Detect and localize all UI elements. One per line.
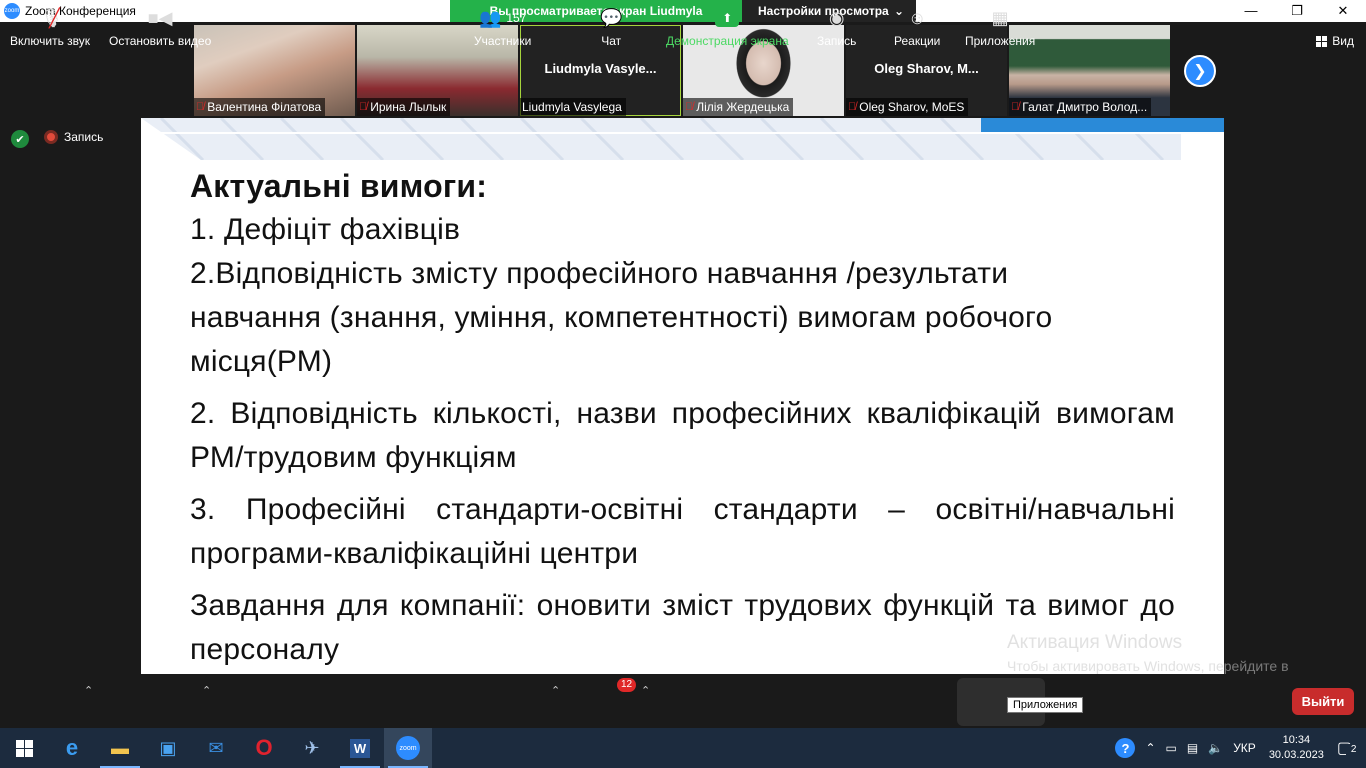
network-icon[interactable]: ▤ xyxy=(1182,741,1203,755)
reactions-label: Реакции xyxy=(894,34,941,48)
slide-content: Актуальні вимоги: 1. Дефіцiт фахівців 2.… xyxy=(190,164,1175,672)
word-icon[interactable]: W xyxy=(336,728,384,768)
participants-button[interactable]: 👥 157 Участники xyxy=(474,6,532,49)
chat-bubble-icon: 💬 xyxy=(600,7,623,28)
stop-video-button[interactable]: ■◀ Остановить видео xyxy=(109,6,212,49)
system-tray: ? ⌃ ▭ ▤ 🔈 УКР 10:34 30.03.2023 ▢ 2 xyxy=(1110,728,1366,768)
apps-tooltip: Приложения xyxy=(1007,697,1084,713)
window-controls: — ❐ ✕ xyxy=(1228,0,1366,22)
mic-muted-icon: 🎙̸ xyxy=(196,101,205,113)
maximize-button[interactable]: ❐ xyxy=(1274,0,1320,22)
close-button[interactable]: ✕ xyxy=(1320,0,1366,22)
participant-name: Oleg Sharov, MoES xyxy=(859,100,965,114)
language-indicator[interactable]: УКР xyxy=(1228,741,1261,755)
recording-indicator[interactable]: Запись xyxy=(44,130,103,144)
record-dot-icon xyxy=(44,130,58,144)
participant-name-tag: 🎙̸ Лілія Жердецька xyxy=(683,98,794,116)
slide-line-2: 2.Відповідність змісту професійного навч… xyxy=(190,257,1053,378)
opera-browser-icon[interactable]: O xyxy=(240,728,288,768)
notifications-count: 2 xyxy=(1345,744,1362,755)
battery-icon[interactable]: ▭ xyxy=(1161,741,1182,755)
start-windows-icon[interactable] xyxy=(0,728,48,768)
mic-muted-icon: 🎙̸ xyxy=(1011,101,1020,113)
clock-time: 10:34 xyxy=(1282,734,1311,746)
video-camera-icon: ■◀ xyxy=(147,7,173,28)
mic-muted-icon: 🎙̸ xyxy=(848,101,857,113)
network-tool-icon[interactable]: ✈ xyxy=(288,728,336,768)
mic-muted-icon: 🎙̸ xyxy=(685,101,694,113)
participant-name: Валентина Філатова xyxy=(207,100,322,114)
slide-line-4: 3. Професійні стандарти-освітні стандарт… xyxy=(190,493,1175,570)
notifications-icon[interactable]: ▢ 2 xyxy=(1332,738,1366,758)
participant-display-name: Oleg Sharov, M... xyxy=(874,61,979,76)
participant-name: Галат Дмитро Волод... xyxy=(1022,100,1148,114)
minimize-button[interactable]: — xyxy=(1228,0,1274,22)
next-page-button[interactable]: ❯ xyxy=(1184,55,1216,87)
share-screen-label: Демонстрация экрана xyxy=(666,34,789,48)
shield-check-icon[interactable]: ✔ xyxy=(11,130,29,148)
participant-name: Ирина Лылык xyxy=(370,100,447,114)
participant-name: Liudmyla Vasylega xyxy=(522,100,622,114)
share-arrow-icon: ⬆ xyxy=(715,9,740,27)
recording-label: Запись xyxy=(64,130,104,144)
view-button[interactable]: Вид xyxy=(1316,34,1354,48)
volume-icon[interactable]: 🔈 xyxy=(1203,741,1228,755)
chat-options-caret[interactable]: ⌃ xyxy=(641,684,650,697)
slide-line-3: 2. Відповідність кількості, назви профес… xyxy=(190,397,1175,474)
clock-date: 30.03.2023 xyxy=(1268,749,1324,761)
watermark-title: Активация Windows xyxy=(1007,632,1183,653)
chat-button[interactable]: 💬 Чат xyxy=(600,6,623,49)
video-options-caret[interactable]: ⌃ xyxy=(202,684,211,697)
participant-display-name: Liudmyla Vasyle... xyxy=(544,61,657,76)
help-icon[interactable]: ? xyxy=(1110,738,1140,758)
record-button[interactable]: ◉ Запись xyxy=(817,6,857,49)
grid-view-icon xyxy=(1316,35,1328,47)
shared-screen: Актуальні вимоги: 1. Дефіцiт фахівців 2.… xyxy=(141,118,1224,674)
reactions-button[interactable]: ☺ Реакции xyxy=(894,6,941,49)
clock[interactable]: 10:34 30.03.2023 xyxy=(1261,733,1332,763)
participants-count: 157 xyxy=(506,11,527,25)
slide-line-1: 1. Дефіцiт фахівців xyxy=(190,213,461,246)
unmute-label: Включить звук xyxy=(10,34,91,48)
mail-icon[interactable]: ✉ xyxy=(192,728,240,768)
apps-icon: ▦ xyxy=(991,7,1009,28)
audio-options-caret[interactable]: ⌃ xyxy=(84,684,93,697)
record-icon: ◉ xyxy=(828,7,845,28)
participant-name-tag: 🎙̸ Галат Дмитро Волод... xyxy=(1009,98,1152,116)
participant-tile[interactable]: 🎙̸ Валентина Філатова xyxy=(194,25,355,116)
record-label: Запись xyxy=(817,34,857,48)
zoom-taskbar-icon[interactable]: zoom xyxy=(384,728,432,768)
participant-name-tag: 🎙̸ Oleg Sharov, MoES xyxy=(846,98,969,116)
unmute-button[interactable]: 🎙 ╱ Включить звук xyxy=(10,6,91,49)
apps-label: Приложения xyxy=(965,34,1036,48)
chat-label: Чат xyxy=(601,34,622,48)
chevron-up-icon[interactable]: ⌃ xyxy=(1140,741,1160,755)
participants-options-caret[interactable]: ⌃ xyxy=(551,684,560,697)
stop-video-label: Остановить видео xyxy=(109,34,212,48)
chat-unread-badge: 12 xyxy=(617,678,637,692)
store-icon[interactable]: ▣ xyxy=(144,728,192,768)
participant-name-tag: 🎙̸ Валентина Філатова xyxy=(194,98,326,116)
participant-name: Лілія Жердецька xyxy=(696,100,790,114)
apps-button[interactable]: ▦ Приложения xyxy=(965,6,1036,49)
mic-muted-icon: 🎙̸ xyxy=(359,101,368,113)
participant-name-tag: Liudmyla Vasylega xyxy=(520,98,626,116)
slide-heading: Актуальні вимоги: xyxy=(190,168,488,204)
leave-button[interactable]: Выйти xyxy=(1292,688,1354,715)
participant-name-tag: 🎙̸ Ирина Лылык xyxy=(357,98,451,116)
file-explorer-icon[interactable]: ▬ xyxy=(96,728,144,768)
share-screen-button[interactable]: ⬆ Демонстрация экрана xyxy=(666,6,789,48)
chevron-right-icon: ❯ xyxy=(1193,63,1207,80)
smiley-plus-icon: ☺ xyxy=(907,7,927,28)
participants-label: Участники xyxy=(474,34,532,48)
mic-off-icon: 🎙 ╱ xyxy=(40,7,64,28)
participants-icon: 👥 157 xyxy=(478,7,527,28)
edge-browser-icon[interactable]: e xyxy=(48,728,96,768)
share-screen-icon-wrap: ⬆ xyxy=(715,6,740,30)
slide-header-band xyxy=(141,118,1224,160)
view-button-label: Вид xyxy=(1332,34,1354,48)
windows-taskbar: e ▬ ▣ ✉ O ✈ W zoom ? ⌃ ▭ ▤ 🔈 УКР 10:34 3… xyxy=(0,728,1366,768)
